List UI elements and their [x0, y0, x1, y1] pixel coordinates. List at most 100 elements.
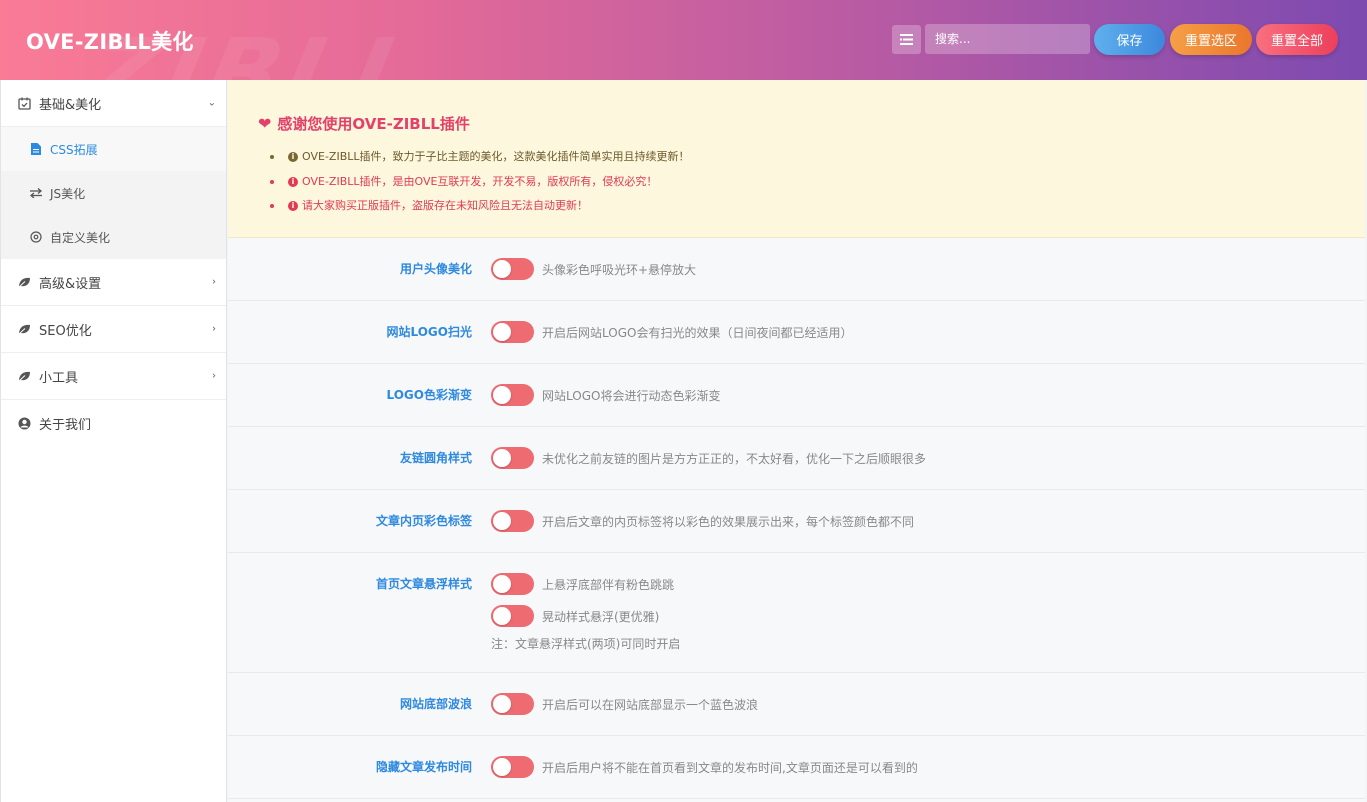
search-input[interactable] [925, 24, 1090, 54]
setting-option: 开启后文章的内页标签将以彩色的效果展示出来，每个标签颜色都不同 [491, 510, 914, 532]
notice-panel: ❤ 感谢您使用OVE-ZIBLL插件 i OVE-ZIBLL插件，致力于子比主题… [228, 80, 1365, 238]
sidebar-item-label: 高级&设置 [39, 276, 102, 292]
sidebar-item-about[interactable]: 关于我们 [1, 400, 226, 447]
sidebar-item-tools[interactable]: 小工具 › [1, 353, 226, 400]
sidebar-item-basic[interactable]: 基础&美化 ⌄ [1, 80, 226, 127]
setting-row-hover-style: 首页文章悬浮样式 上悬浮底部伴有粉色跳跳 晃动样式悬浮(更优雅) 注：文章悬浮样… [228, 553, 1365, 673]
option-description: 开启后用户将不能在首页看到文章的发布时间,文章页面还是可以看到的 [542, 760, 918, 775]
chevron-right-icon: › [212, 276, 216, 288]
leaf-icon [18, 276, 31, 289]
toggle-knob [493, 607, 511, 625]
bullet-dot [270, 155, 274, 160]
sidebar: 基础&美化 ⌄ CSS拓展 JS美化 自定义美化 高级&设置 › SEO优化 ›… [0, 80, 227, 802]
top-header: ZIBLL OVE-ZIBLL美化 保存 重置选区 重置全部 [0, 0, 1367, 80]
info-icon: i [288, 201, 298, 212]
info-icon: i [288, 177, 298, 187]
toggle-knob [493, 260, 511, 278]
setting-row-color-tags: 文章内页彩色标签 开启后文章的内页标签将以彩色的效果展示出来，每个标签颜色都不同 [228, 490, 1365, 553]
save-button[interactable]: 保存 [1094, 24, 1165, 55]
toggle-switch[interactable] [491, 573, 534, 595]
reset-all-button[interactable]: 重置全部 [1256, 24, 1338, 55]
sidebar-item-label: 基础&美化 [39, 97, 102, 113]
setting-row-hide-date: 隐藏文章发布时间 开启后用户将不能在首页看到文章的发布时间,文章页面还是可以看到… [228, 736, 1365, 799]
sidebar-item-seo[interactable]: SEO优化 › [1, 306, 226, 353]
toggle-knob [493, 449, 511, 467]
setting-option: 头像彩色呼吸光环+悬停放大 [491, 258, 696, 280]
exchange-icon [30, 187, 42, 199]
toggle-knob [493, 695, 511, 713]
calendar-check-icon [18, 97, 31, 110]
sidebar-item-label: 关于我们 [39, 418, 92, 433]
sidebar-submenu: CSS拓展 JS美化 自定义美化 [1, 127, 226, 259]
toggle-switch[interactable] [491, 321, 534, 343]
toggle-switch[interactable] [491, 447, 534, 469]
toggle-knob [493, 758, 511, 776]
setting-label: 网站底部波浪 [399, 697, 472, 711]
setting-label: 用户头像美化 [399, 262, 472, 276]
sidebar-subitem-js[interactable]: JS美化 [1, 171, 226, 215]
bullet-dot [270, 179, 274, 184]
file-icon [30, 143, 42, 155]
setting-label: LOGO色彩渐变 [386, 388, 472, 402]
reset-section-button[interactable]: 重置选区 [1170, 24, 1252, 55]
leaf-icon [18, 370, 31, 383]
sidebar-item-advanced[interactable]: 高级&设置 › [1, 259, 226, 306]
toggle-knob [493, 512, 511, 530]
option-description: 上悬浮底部伴有粉色跳跳 [542, 577, 675, 592]
notice-title: ❤ 感谢您使用OVE-ZIBLL插件 [258, 113, 1365, 134]
sidebar-subitem-label: JS美化 [50, 186, 86, 201]
notice-item: i OVE-ZIBLL插件，是由OVE互联开发，开发不易，版权所有，侵权必究！ [270, 170, 1365, 195]
toggle-knob [493, 575, 511, 593]
toggle-switch[interactable] [491, 693, 534, 715]
setting-option: 晃动样式悬浮(更优雅) [491, 605, 659, 627]
sidebar-item-label: SEO优化 [39, 323, 92, 339]
option-description: 开启后可以在网站底部显示一个蓝色波浪 [542, 697, 759, 712]
plugin-title: OVE-ZIBLL美化 [26, 30, 194, 54]
option-description: 晃动样式悬浮(更优雅) [542, 609, 660, 624]
setting-label: 文章内页彩色标签 [375, 514, 472, 528]
notice-item-text: OVE-ZIBLL插件，是由OVE互联开发，开发不易，版权所有，侵权必究！ [302, 174, 658, 188]
sidebar-subitem-css[interactable]: CSS拓展 [1, 127, 226, 171]
setting-option: 网站LOGO将会进行动态色彩渐变 [491, 384, 720, 406]
toggle-switch[interactable] [491, 510, 534, 532]
bullet-dot [270, 204, 274, 209]
toggle-knob [493, 323, 511, 341]
sidebar-subitem-custom[interactable]: 自定义美化 [1, 215, 226, 259]
toggle-switch[interactable] [491, 384, 534, 406]
info-icon: i [288, 152, 298, 163]
toggle-switch[interactable] [491, 258, 534, 280]
toggle-knob [493, 386, 511, 404]
chevron-right-icon: › [212, 323, 216, 335]
user-circle-icon [18, 417, 31, 430]
setting-row-friendlink: 友链圆角样式 未优化之前友链的图片是方方正正的，不太好看，优化一下之后顺眼很多 [228, 427, 1365, 490]
sidebar-item-label: 小工具 [39, 370, 79, 386]
sidebar-subitem-label: CSS拓展 [50, 142, 98, 157]
setting-row-logo-gradient: LOGO色彩渐变 网站LOGO将会进行动态色彩渐变 [228, 364, 1365, 427]
chevron-right-icon: › [212, 370, 216, 382]
notice-item-text: OVE-ZIBLL插件，致力于子比主题的美化，这款美化插件简单实用且持续更新！ [302, 150, 690, 163]
option-description: 开启后网站LOGO会有扫光的效果（日间夜间都已经适用） [542, 325, 853, 340]
notice-title-text: 感谢您使用OVE-ZIBLL插件 [277, 115, 470, 133]
setting-row-avatar: 用户头像美化 头像彩色呼吸光环+悬停放大 [228, 238, 1365, 301]
setting-option: 开启后网站LOGO会有扫光的效果（日间夜间都已经适用） [491, 321, 852, 343]
notice-item-text: 请大家购买正版插件，盗版存在未知风险且无法自动更新！ [302, 199, 588, 212]
setting-option: 开启后可以在网站底部显示一个蓝色波浪 [491, 693, 758, 715]
option-description: 未优化之前友链的图片是方方正正的，不太好看，优化一下之后顺眼很多 [542, 451, 927, 466]
setting-label: 友链圆角样式 [399, 451, 472, 465]
setting-label: 网站LOGO扫光 [386, 325, 472, 339]
setting-label: 隐藏文章发布时间 [375, 760, 472, 774]
heart-icon: ❤ [258, 114, 272, 133]
setting-row-logo-shine: 网站LOGO扫光 开启后网站LOGO会有扫光的效果（日间夜间都已经适用） [228, 301, 1365, 364]
menu-toggle-button[interactable] [892, 25, 921, 54]
chevron-down-icon: ⌄ [207, 97, 216, 109]
toggle-switch[interactable] [491, 756, 534, 778]
list-icon [900, 34, 913, 45]
option-description: 网站LOGO将会进行动态色彩渐变 [542, 388, 721, 403]
setting-note: 注：文章悬浮样式(两项)可同时开启 [491, 637, 681, 651]
toggle-switch[interactable] [491, 605, 534, 627]
setting-option: 上悬浮底部伴有粉色跳跳 [491, 573, 674, 595]
leaf-icon [18, 323, 31, 336]
settings-icon [30, 231, 42, 243]
notice-item: i 请大家购买正版插件，盗版存在未知风险且无法自动更新！ [270, 194, 1365, 219]
main-content: ❤ 感谢您使用OVE-ZIBLL插件 i OVE-ZIBLL插件，致力于子比主题… [228, 80, 1365, 802]
